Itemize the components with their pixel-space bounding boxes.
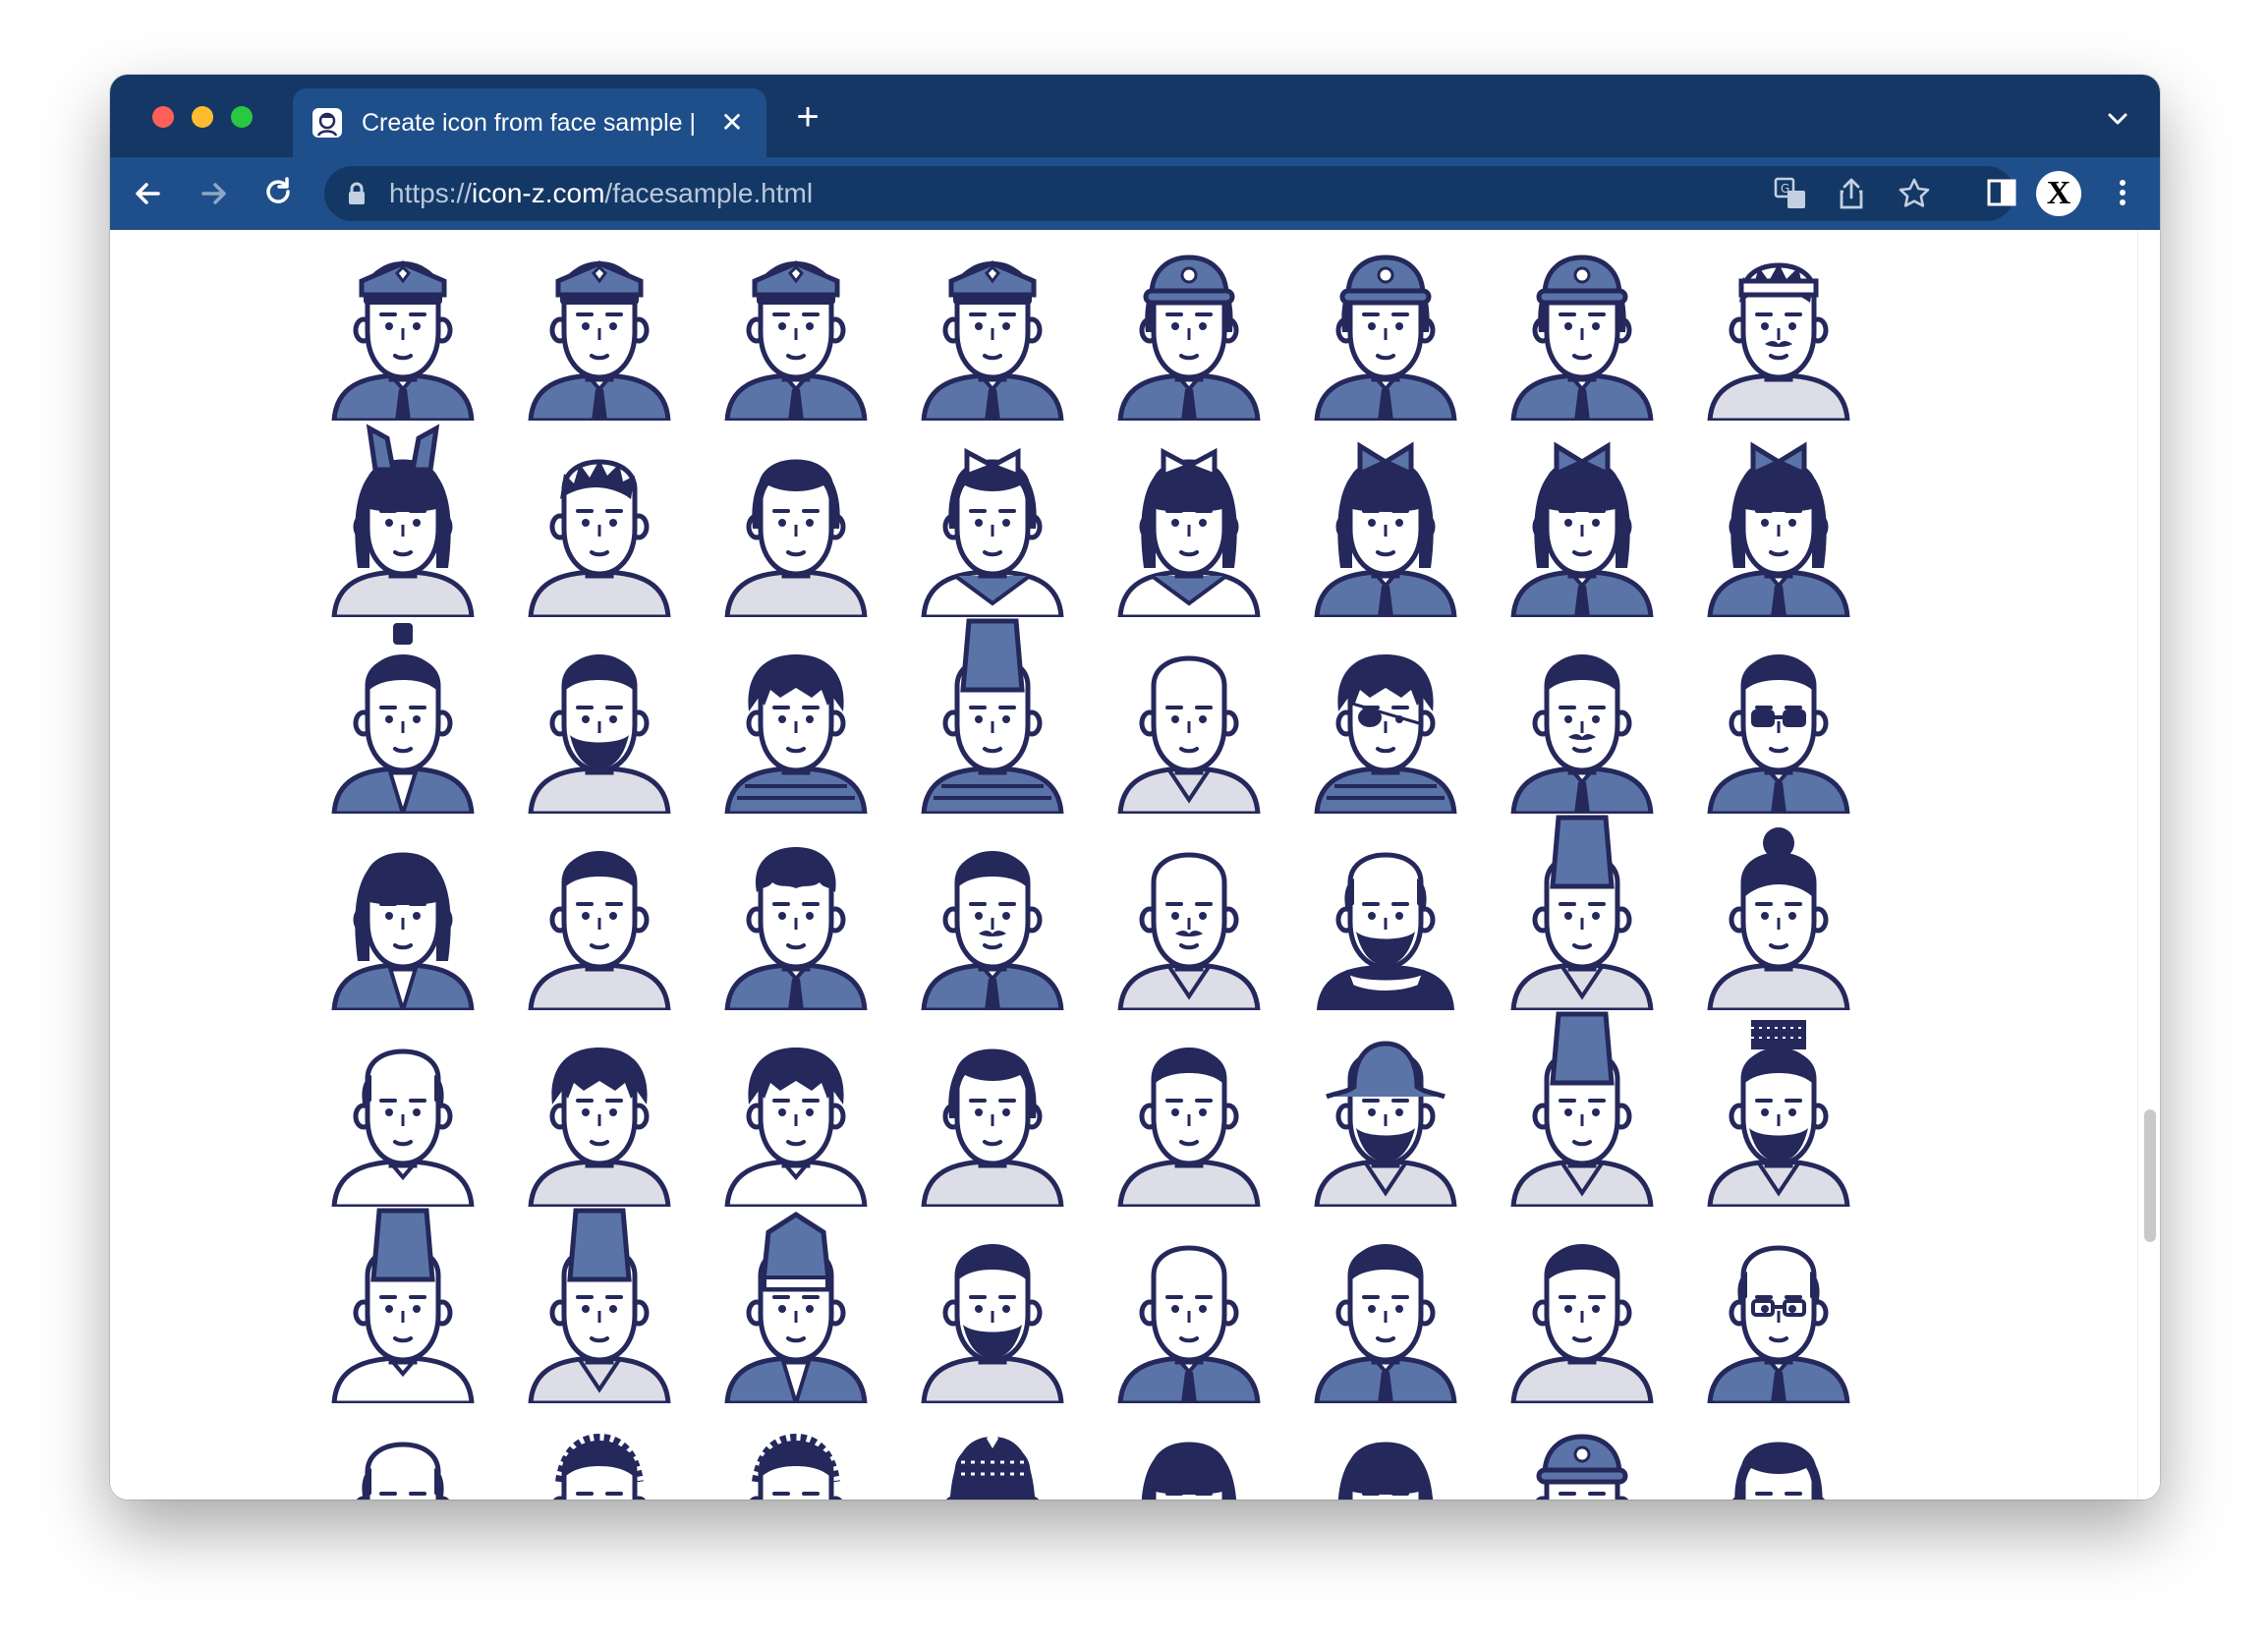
police-officer-2-face-icon[interactable] (501, 230, 698, 421)
bearded-man-face-icon[interactable] (501, 617, 698, 814)
pompadour-man-face-icon[interactable] (1287, 1207, 1484, 1403)
round-face-man-face-icon[interactable] (1091, 1010, 1287, 1207)
ruff-collar-playwright-face-icon[interactable] (1287, 814, 1484, 1010)
forward-arrow-icon[interactable] (191, 171, 236, 216)
police-officer-4-face-icon[interactable] (894, 230, 1091, 421)
school-girl-bow-1-face-icon[interactable] (1287, 421, 1484, 617)
crowned-king-face-icon[interactable] (1680, 1010, 1877, 1207)
url-path: /facesample.html (604, 178, 814, 208)
balding-man-partial-face-icon[interactable] (305, 1403, 501, 1500)
wavy-hair-man-face-icon[interactable] (501, 1010, 698, 1207)
tab-bar: Create icon from face sample | ✕ + (110, 75, 2160, 157)
bookmark-star-icon[interactable] (1897, 176, 1932, 211)
eboshi-noble-2-face-icon[interactable] (501, 1207, 698, 1403)
browser-tab[interactable]: Create icon from face sample | ✕ (293, 88, 766, 157)
police-woman-2-face-icon[interactable] (1287, 230, 1484, 421)
samurai-topknot-face-icon[interactable] (305, 617, 501, 814)
bearded-philosopher-face-icon[interactable] (894, 1207, 1091, 1403)
chinese-hat-face-icon[interactable] (1484, 1403, 1680, 1500)
reload-icon[interactable] (255, 171, 301, 216)
sailor-girl-ribbon-2-face-icon[interactable] (1091, 421, 1287, 617)
sidebar-panel-icon[interactable] (1983, 173, 2022, 212)
tall-hat-noble-face-icon[interactable] (1484, 814, 1680, 1010)
glasses-elder-face-icon[interactable] (1680, 1207, 1877, 1403)
face-icon-grid (305, 230, 1887, 1500)
eboshi-noble-1-face-icon[interactable] (305, 1207, 501, 1403)
police-officer-3-face-icon[interactable] (698, 230, 894, 421)
page-content (110, 230, 2160, 1500)
bald-monk-face-icon[interactable] (1091, 617, 1287, 814)
scrollbar-thumb[interactable] (2144, 1109, 2156, 1242)
bob-hair-monster-face-icon[interactable] (698, 421, 894, 617)
browser-toolbar: https://icon-z.com/facesample.html G X (110, 157, 2160, 230)
police-woman-3-face-icon[interactable] (1484, 230, 1680, 421)
long-hair-woman-face-icon[interactable] (1091, 1403, 1287, 1500)
url-text[interactable]: https://icon-z.com/facesample.html (389, 176, 813, 211)
browser-window: Create icon from face sample | ✕ + https… (110, 75, 2160, 1500)
close-window-button[interactable] (152, 106, 174, 128)
school-girl-bow-2-face-icon[interactable] (1484, 421, 1680, 617)
scrollbar[interactable] (2137, 230, 2160, 1500)
share-icon[interactable] (1834, 176, 1869, 211)
stout-man-face-icon[interactable] (501, 814, 698, 1010)
parted-hair-woman-face-icon[interactable] (1287, 1403, 1484, 1500)
serious-man-face-icon[interactable] (1484, 1207, 1680, 1403)
url-scheme: https:// (389, 178, 473, 208)
tab-title: Create icon from face sample | (362, 109, 696, 137)
mustache-leader-face-icon[interactable] (1484, 617, 1680, 814)
laurel-wreath-1-face-icon[interactable] (501, 1403, 698, 1500)
minimize-window-button[interactable] (192, 106, 213, 128)
tab-close-icon[interactable]: ✕ (717, 108, 747, 138)
festival-man-face-icon[interactable] (1680, 230, 1877, 421)
boy-bangs-face-icon[interactable] (894, 1010, 1091, 1207)
long-hair-samurai-face-icon[interactable] (305, 814, 501, 1010)
bald-mustache-monk-face-icon[interactable] (1091, 814, 1287, 1010)
zoom-window-button[interactable] (231, 106, 253, 128)
translate-icon[interactable]: G (1773, 176, 1808, 211)
back-arrow-icon[interactable] (126, 171, 171, 216)
short-hair-man-face-icon[interactable] (1680, 1403, 1877, 1500)
laurel-wreath-2-face-icon[interactable] (698, 1403, 894, 1500)
new-tab-button[interactable]: + (788, 97, 827, 138)
chevron-down-icon[interactable] (2103, 104, 2132, 134)
court-noble-face-icon[interactable] (1484, 1010, 1680, 1207)
favicon-icon (312, 108, 342, 138)
pharaoh-face-icon[interactable] (894, 1403, 1091, 1500)
school-girl-bow-3-face-icon[interactable] (1680, 421, 1877, 617)
lock-icon[interactable] (346, 182, 368, 205)
bun-hair-lady-face-icon[interactable] (1680, 814, 1877, 1010)
balding-lord-face-icon[interactable] (305, 1010, 501, 1207)
more-menu-icon[interactable] (2107, 173, 2146, 212)
feathered-hat-explorer-face-icon[interactable] (1287, 1010, 1484, 1207)
sailor-girl-ribbon-1-face-icon[interactable] (894, 421, 1091, 617)
noble-eboshi-face-icon[interactable] (894, 617, 1091, 814)
muscular-man-face-icon[interactable] (698, 1010, 894, 1207)
police-woman-1-face-icon[interactable] (1091, 230, 1287, 421)
thinker-man-face-icon[interactable] (698, 814, 894, 1010)
police-officer-1-face-icon[interactable] (305, 230, 501, 421)
bald-man-suit-face-icon[interactable] (1091, 1207, 1287, 1403)
address-bar[interactable]: https://icon-z.com/facesample.html G (324, 166, 2014, 221)
warrior-armor-face-icon[interactable] (698, 617, 894, 814)
sunglasses-man-face-icon[interactable] (1680, 617, 1877, 814)
eyepatch-warrior-face-icon[interactable] (1287, 617, 1484, 814)
mustache-gentleman-face-icon[interactable] (894, 814, 1091, 1010)
url-host: icon-z.com (472, 178, 605, 208)
bunny-girl-face-icon[interactable] (305, 421, 501, 617)
spiky-hair-man-face-icon[interactable] (501, 421, 698, 617)
helmet-general-face-icon[interactable] (698, 1207, 894, 1403)
svg-text:G: G (1781, 182, 1789, 196)
profile-avatar[interactable]: X (2036, 171, 2081, 216)
